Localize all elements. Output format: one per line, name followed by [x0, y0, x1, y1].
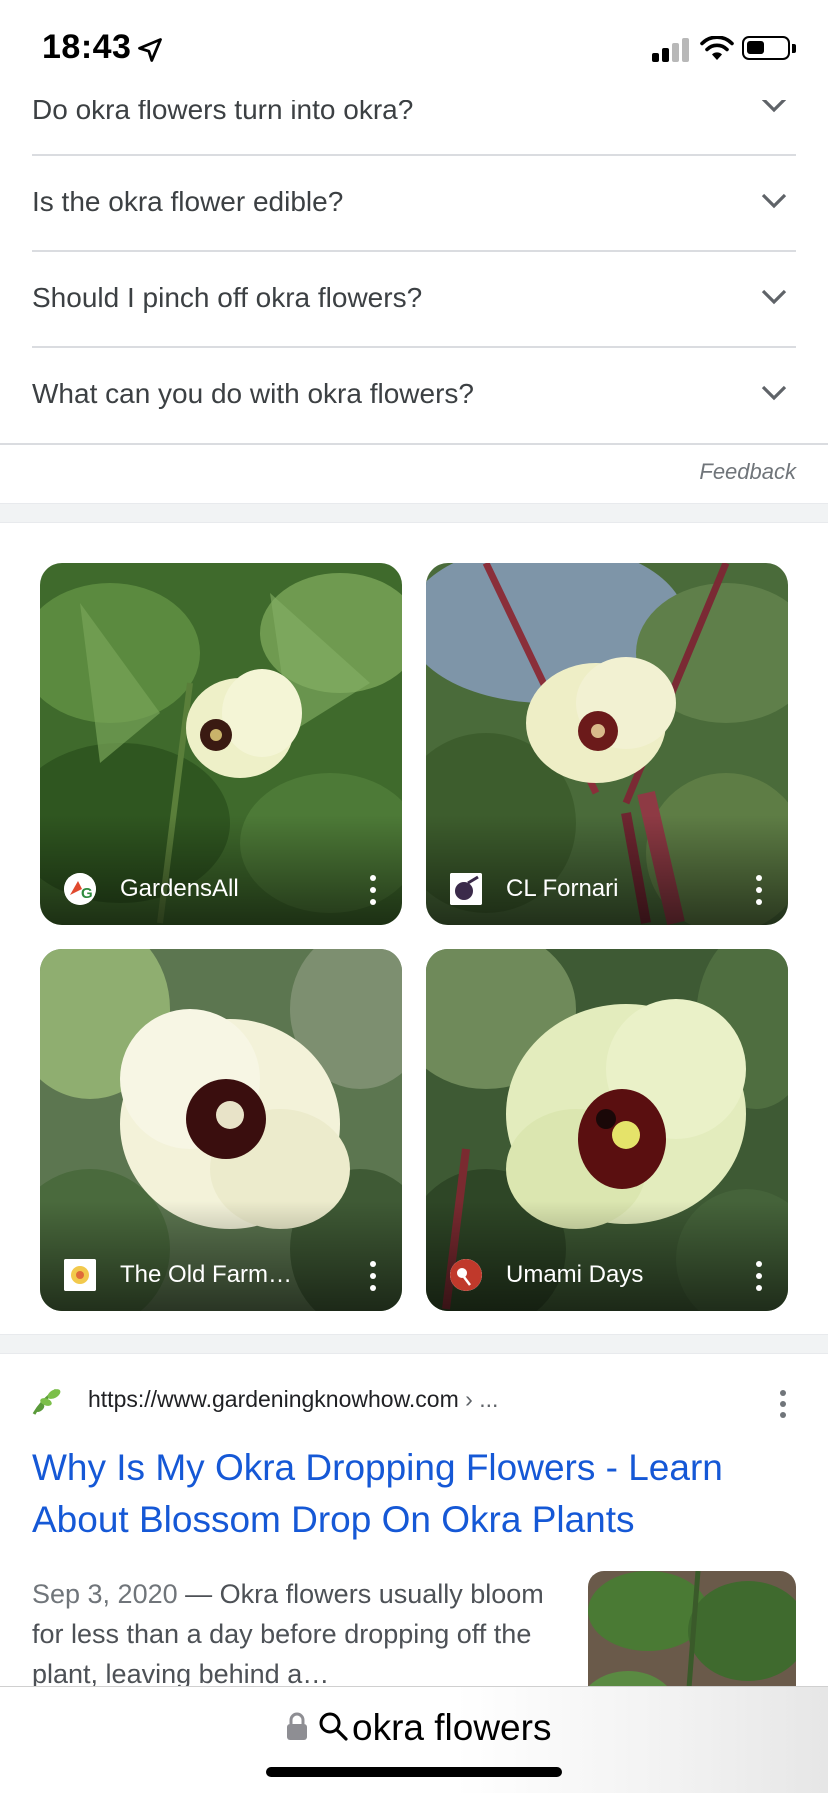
paa-question[interactable]: Is the okra flower edible?: [32, 156, 796, 252]
more-options-icon[interactable]: [756, 875, 762, 905]
paa-question[interactable]: Should I pinch off okra flowers?: [32, 252, 796, 348]
result-snippet: Sep 3, 2020 — Okra flowers usually bloom…: [32, 1574, 552, 1694]
result-url[interactable]: https://www.gardeningknowhow.com › ...: [88, 1386, 498, 1413]
battery-icon: [742, 36, 790, 60]
more-options-icon[interactable]: [370, 1261, 376, 1291]
location-arrow-icon: [138, 38, 162, 62]
more-options-icon[interactable]: [780, 1390, 786, 1418]
chevron-down-icon: [761, 385, 787, 401]
source-name: The Old Farm…: [120, 1261, 293, 1288]
status-time: 18:43: [42, 28, 132, 66]
more-options-icon[interactable]: [756, 1261, 762, 1291]
source-favicon: [450, 873, 482, 905]
chevron-down-icon: [761, 193, 787, 209]
source-name: CL Fornari: [506, 875, 619, 902]
site-favicon: [32, 1388, 61, 1415]
lock-icon: [287, 1712, 307, 1740]
image-result[interactable]: Umami Days: [426, 949, 788, 1311]
source-favicon: G: [64, 873, 96, 905]
divider: [0, 443, 828, 445]
result-url-breadcrumb: › ...: [458, 1386, 499, 1412]
paa-question-text: Is the okra flower edible?: [32, 186, 344, 217]
status-bar: 18:43: [0, 0, 828, 100]
feedback-link[interactable]: Feedback: [699, 459, 796, 485]
source-favicon: [450, 1259, 482, 1291]
address-bar-query: okra flowers: [352, 1707, 552, 1748]
image-result[interactable]: The Old Farm…: [40, 949, 402, 1311]
search-icon: [319, 1712, 348, 1741]
paa-question[interactable]: What can you do with okra flowers?: [32, 348, 796, 444]
section-separator: [0, 503, 828, 523]
wifi-icon: [700, 36, 734, 60]
chevron-down-icon: [761, 289, 787, 305]
source-favicon: [64, 1259, 96, 1291]
result-title-link[interactable]: Why Is My Okra Dropping Flowers - Learn …: [32, 1442, 802, 1546]
section-separator: [0, 1334, 828, 1354]
cellular-signal-icon: [652, 38, 690, 62]
result-date: Sep 3, 2020: [32, 1579, 178, 1609]
date-separator: —: [177, 1579, 220, 1609]
result-url-domain: https://www.gardeningknowhow.com: [88, 1386, 459, 1412]
source-name: Umami Days: [506, 1261, 644, 1288]
paa-question-text: Should I pinch off okra flowers?: [32, 282, 423, 313]
more-options-icon[interactable]: [370, 875, 376, 905]
image-result[interactable]: G GardensAll: [40, 563, 402, 925]
source-name: GardensAll: [120, 875, 239, 902]
image-result[interactable]: CL Fornari: [426, 563, 788, 925]
svg-text:G: G: [81, 885, 93, 902]
home-indicator: [266, 1767, 562, 1777]
paa-question-text: What can you do with okra flowers?: [32, 378, 474, 409]
address-bar[interactable]: okra flowers: [0, 1686, 828, 1793]
